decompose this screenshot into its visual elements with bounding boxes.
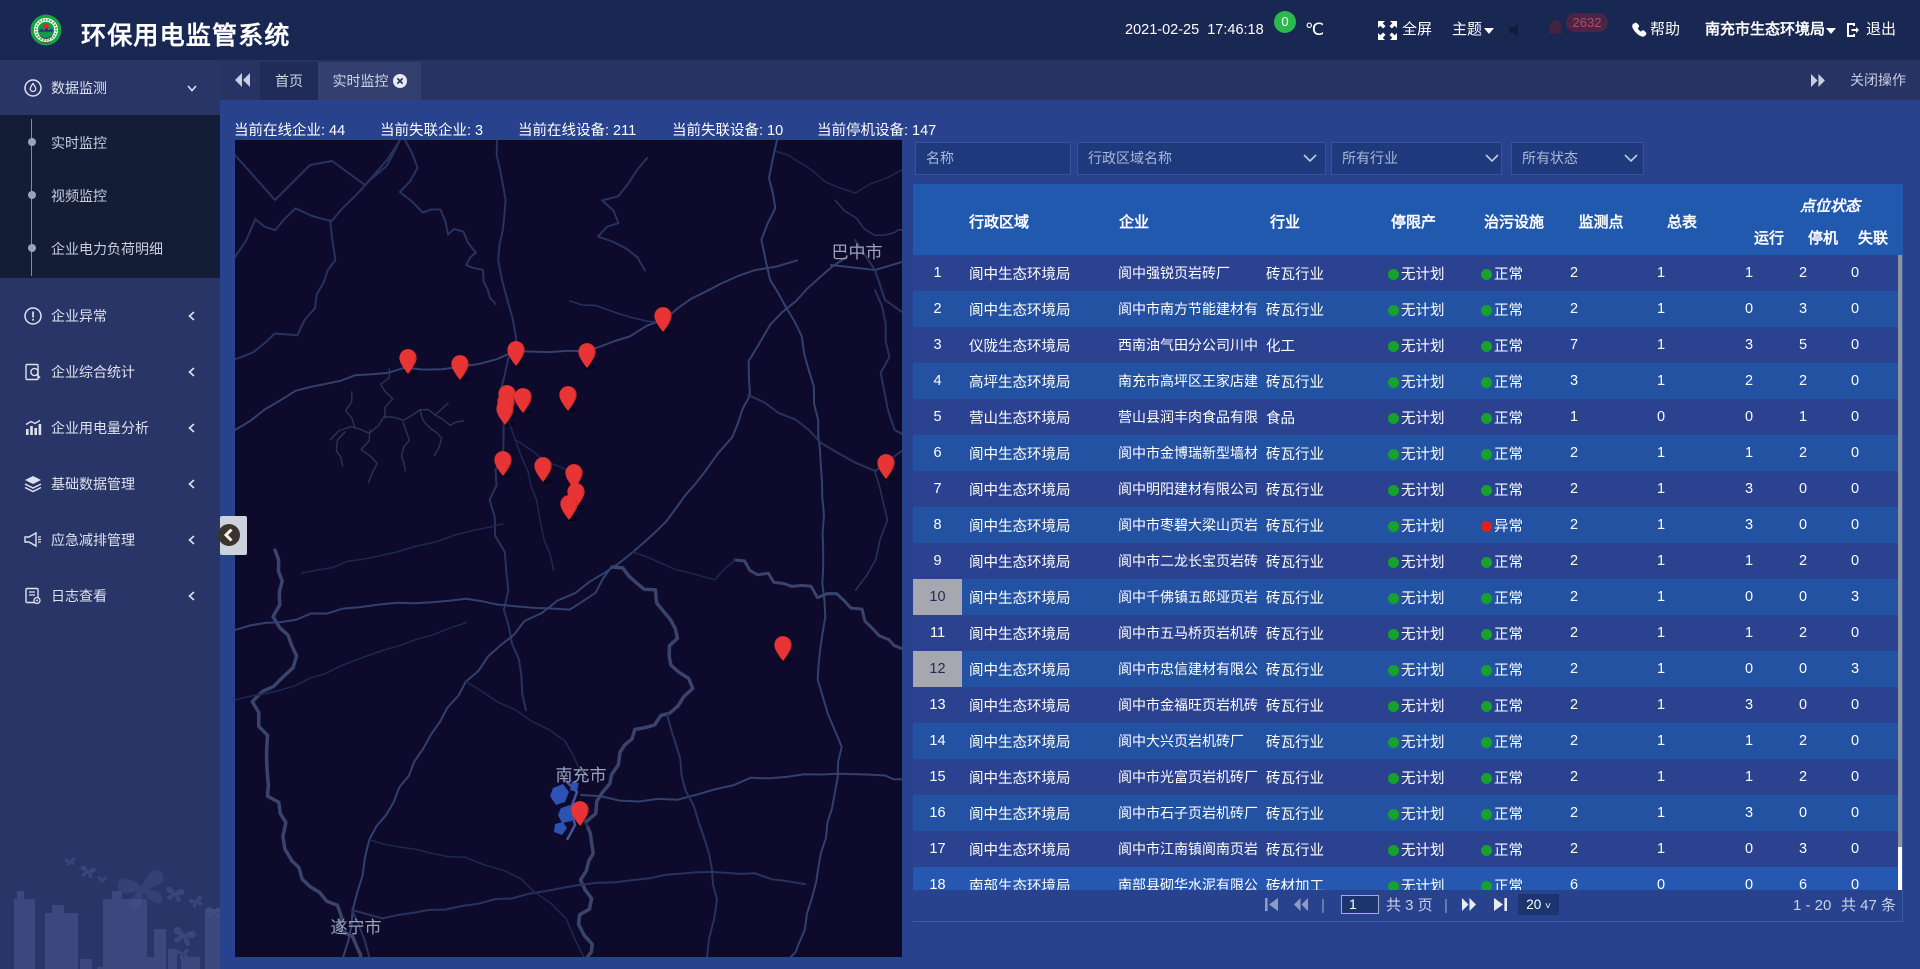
svg-text:南充市: 南充市 bbox=[556, 766, 607, 785]
svg-text:巴中市: 巴中市 bbox=[832, 243, 883, 262]
svg-text:遂宁市: 遂宁市 bbox=[331, 918, 382, 937]
